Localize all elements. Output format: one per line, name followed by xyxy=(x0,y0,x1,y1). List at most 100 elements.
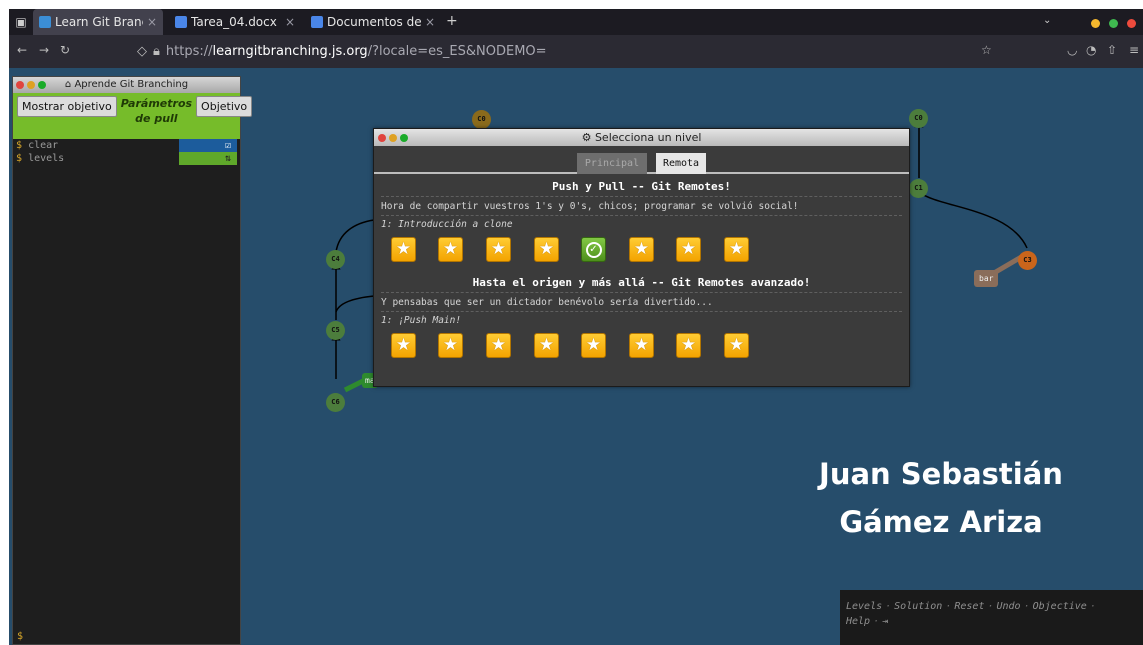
zoom-light-icon[interactable] xyxy=(400,134,408,142)
tab-principal[interactable]: Principal xyxy=(577,153,647,174)
help-link-help[interactable]: Help xyxy=(846,616,870,627)
tab-close-icon[interactable]: × xyxy=(425,15,435,29)
command-panel-title: Aprende Git Branching xyxy=(74,79,189,90)
objective-button[interactable]: Objetivo xyxy=(196,96,253,117)
help-link-objective[interactable]: Objective xyxy=(1033,601,1087,612)
close-light-icon[interactable] xyxy=(378,134,386,142)
browser-nav-bar: ← → ↻ ◇ 🔒︎ https://learngitbranching.js.… xyxy=(9,35,1143,68)
page-content: C0 C0 C1 C3 C4 C5 C6 bar ma ⌂ Aprende Gi… xyxy=(9,68,1143,645)
level-star-icon[interactable]: ★ xyxy=(676,333,701,358)
help-link-undo[interactable]: Undo xyxy=(997,601,1021,612)
tab-learn-git-branching[interactable]: Learn Git Branch × xyxy=(33,9,163,35)
level-star-icon[interactable]: ★ xyxy=(534,333,559,358)
level-star-icon[interactable]: ★ xyxy=(438,333,463,358)
level-star-icon[interactable]: ★ xyxy=(676,237,701,262)
sign-out-icon[interactable]: ⇥ xyxy=(882,616,888,627)
help-link-levels[interactable]: Levels xyxy=(846,601,882,612)
separator: · xyxy=(873,616,880,627)
help-link-solution[interactable]: Solution xyxy=(894,601,942,612)
extension-icon[interactable]: ◔ xyxy=(1086,43,1096,57)
minimize-dot-icon[interactable] xyxy=(1091,19,1100,28)
tab-tarea-docx[interactable]: Tarea_04.docx - [ × xyxy=(169,9,301,35)
docs-favicon-icon xyxy=(175,16,187,28)
window-controls xyxy=(16,81,46,89)
tab-title: Tarea_04.docx - [ xyxy=(191,15,281,29)
level-star-icon[interactable]: ★ xyxy=(486,237,511,262)
level-star-icon[interactable]: ★ xyxy=(724,333,749,358)
command-panel: ⌂ Aprende Git Branching Mostrar objetivo… xyxy=(12,76,253,645)
commit-node-c0[interactable]: C0 xyxy=(472,110,491,129)
help-link-reset[interactable]: Reset xyxy=(954,601,984,612)
minimize-light-icon[interactable] xyxy=(389,134,397,142)
browser-window: ▣ Learn Git Branch × Tarea_04.docx - [ ×… xyxy=(9,9,1143,645)
dialog-window-controls xyxy=(378,134,408,142)
tab-close-icon[interactable]: × xyxy=(285,15,295,29)
command-panel-titlebar: ⌂ Aprende Git Branching xyxy=(13,77,240,93)
url-bar[interactable]: ◇ 🔒︎ https://learngitbranching.js.org/?l… xyxy=(137,38,985,65)
url-scheme: https:// xyxy=(165,44,213,59)
separator: · xyxy=(1089,601,1096,612)
tab-overview-icon[interactable]: ▣ xyxy=(13,14,29,30)
separator: · xyxy=(1023,601,1030,612)
sequence-description: Hora de compartir vuestros 1's y 0's, ch… xyxy=(381,201,799,212)
level-complete-check-icon[interactable]: ✓ xyxy=(581,237,606,262)
commit-node-c4[interactable]: C4 xyxy=(326,250,345,269)
tab-list-chevron-icon[interactable]: ⌄ xyxy=(1043,15,1051,26)
level-star-icon[interactable]: ★ xyxy=(438,237,463,262)
share-icon[interactable]: ⇧ xyxy=(1107,43,1117,57)
url-host: learngitbranching.js.org xyxy=(212,44,368,59)
tab-documentos[interactable]: Documentos de × xyxy=(305,9,441,35)
command-input-prompt[interactable]: $ xyxy=(17,631,23,642)
tab-remota[interactable]: Remota xyxy=(656,153,706,174)
commit-node-c0[interactable]: C0 xyxy=(909,109,928,128)
docs-favicon-icon xyxy=(311,16,323,28)
gear-icon: ⚙ xyxy=(581,131,595,144)
bookmark-star-icon[interactable]: ☆ xyxy=(981,43,992,57)
zoom-light-icon[interactable] xyxy=(38,81,46,89)
level-star-icon[interactable]: ★ xyxy=(486,333,511,358)
screenshot-frame: ▣ Learn Git Branch × Tarea_04.docx - [ ×… xyxy=(0,0,1143,645)
level-icons-row: ★ ★ ★ ★ ✓ ★ ★ ★ xyxy=(374,232,909,272)
commit-node-c1[interactable]: C1 xyxy=(909,179,928,198)
command-text: levels xyxy=(28,153,65,164)
tab-title: Documentos de xyxy=(327,15,421,29)
level-star-icon[interactable]: ★ xyxy=(534,237,559,262)
show-goal-button[interactable]: Mostrar objetivo xyxy=(17,96,117,117)
close-light-icon[interactable] xyxy=(16,81,24,89)
reload-icon[interactable]: ↻ xyxy=(60,43,70,57)
new-tab-button[interactable]: + xyxy=(446,13,458,29)
level-star-icon[interactable]: ★ xyxy=(629,237,654,262)
menu-icon[interactable]: ≡ xyxy=(1129,43,1139,57)
author-name-card: Juan Sebastián Gámez Ariza xyxy=(789,450,1093,546)
sequence-description: Y pensabas que ser un dictador benévolo … xyxy=(381,297,713,308)
level-star-icon[interactable]: ★ xyxy=(724,237,749,262)
author-name-line1: Juan Sebastián xyxy=(819,457,1063,491)
selected-level-name: 1: Introducción a clone xyxy=(381,219,513,230)
level-goal-name: Parámetros de pull xyxy=(120,97,193,125)
level-star-icon[interactable]: ★ xyxy=(391,333,416,358)
back-arrow-icon[interactable]: ← xyxy=(17,43,27,57)
shield-icon[interactable]: ◇ xyxy=(137,44,147,59)
level-star-icon[interactable]: ★ xyxy=(581,333,606,358)
tab-close-icon[interactable]: × xyxy=(147,15,157,29)
commit-node-c3[interactable]: C3 xyxy=(1018,251,1037,270)
level-star-icon[interactable]: ★ xyxy=(391,237,416,262)
selected-level-name: 1: ¡Push Main! xyxy=(381,315,462,326)
author-name-line2: Gámez Ariza xyxy=(839,505,1043,539)
command-status-retweet-icon: ⇅ xyxy=(179,152,237,165)
minimize-light-icon[interactable] xyxy=(27,81,35,89)
maximize-dot-icon[interactable] xyxy=(1109,19,1118,28)
level-icons-row: ★ ★ ★ ★ ★ ★ ★ ★ xyxy=(374,328,909,368)
pocket-icon[interactable]: ◡ xyxy=(1067,43,1077,57)
separator: · xyxy=(885,601,892,612)
dialog-tab-bar: Principal Remota xyxy=(374,146,909,174)
prompt-symbol: $ xyxy=(16,140,23,151)
forward-arrow-icon[interactable]: → xyxy=(39,43,49,57)
branch-label-bar[interactable]: bar xyxy=(974,270,999,287)
commit-node-c5[interactable]: C5 xyxy=(326,321,345,340)
close-dot-icon[interactable] xyxy=(1127,19,1136,28)
sequence-title: Push y Pull -- Git Remotes! xyxy=(552,180,731,193)
commit-node-c6[interactable]: C6 xyxy=(326,393,345,412)
prompt-symbol: $ xyxy=(16,153,23,164)
level-star-icon[interactable]: ★ xyxy=(629,333,654,358)
